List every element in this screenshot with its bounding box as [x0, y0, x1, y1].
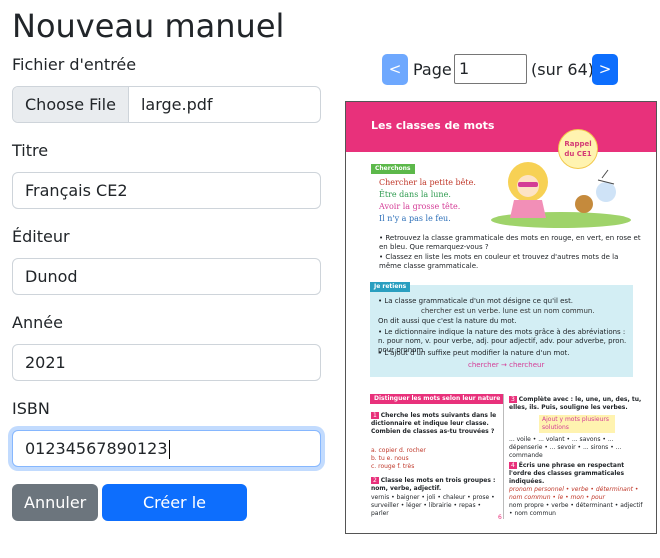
rule-5: • L'ajout d'un suffixe peut modifier la …: [378, 349, 570, 357]
exercise-4-text: Écris une phrase en respectant l'ordre d…: [509, 462, 625, 485]
retiens-tag: Je retiens: [370, 282, 411, 292]
page-total: (sur 64): [531, 60, 594, 79]
exercise-3-text: Complète avec : le, une, un, des, tu, el…: [509, 396, 642, 411]
badge-line-1: Rappel: [564, 140, 592, 148]
exercise-2-words: vernis • baigner • joli • chaleur • pros…: [371, 494, 495, 517]
exercise-4: 4 Écris une phrase en respectant l'ordre…: [509, 462, 644, 518]
page-label: Page: [413, 60, 452, 79]
exercise-1-b: b. tu e. nous: [371, 455, 409, 462]
rule-6: chercher → chercheur: [468, 361, 545, 369]
isbn-value: 01234567890123: [25, 439, 168, 458]
exercise-1-text: Cherche les mots suivants dans le dictio…: [371, 412, 497, 435]
text-caret: [168, 440, 170, 459]
preview-title: Les classes de mots: [371, 119, 495, 132]
exercise-4-a: pronom personnel • verbe • déterminant •…: [509, 486, 639, 501]
exercise-2-text: Classe les mots en trois groupes : nom, …: [371, 477, 496, 492]
illustration-image: [491, 162, 631, 228]
exercise-3-hint: Ajout y mots plusieurs solutions: [539, 415, 615, 433]
question-1: • Retrouvez la classe grammaticale des m…: [379, 234, 641, 251]
rule-2: chercher est un verbe. lune est un nom c…: [421, 307, 595, 315]
file-name: large.pdf: [140, 95, 213, 114]
rule-3: On dit aussi que c'est la nature du mot.: [378, 317, 517, 325]
column-divider: [503, 394, 504, 519]
titre-label: Titre: [12, 141, 49, 160]
editeur-label: Éditeur: [12, 227, 70, 246]
page-preview: Les classes de mots Rappel du CE1 Cherch…: [345, 101, 657, 534]
exercise-2: 2 Classe les mots en trois groupes : nom…: [371, 477, 499, 518]
file-input[interactable]: Choose File large.pdf: [12, 86, 321, 123]
rule-1: • La classe grammaticale d'un mot désign…: [378, 297, 574, 305]
exercise-1-number: 1: [371, 412, 379, 419]
cherchons-tag: Cherchons: [371, 164, 415, 174]
exercise-3: 3 Complète avec : le, une, un, des, tu, …: [509, 396, 644, 460]
file-label: Fichier d'entrée: [12, 55, 137, 74]
preview-page-number: 6: [498, 514, 502, 521]
exercise-1: 1 Cherche les mots suivants dans le dict…: [371, 412, 499, 436]
annee-label: Année: [12, 313, 63, 332]
exercise-1-items: a. copier d. rocher b. tu e. nous c. rou…: [371, 447, 499, 471]
exercise-1-c: c. rouge f. très: [371, 463, 415, 470]
exercise-4-number: 4: [509, 462, 517, 469]
question-2: • Classez en liste les mots en couleur e…: [379, 253, 619, 270]
cancel-button[interactable]: Annuler: [12, 484, 98, 521]
create-manual-button[interactable]: Créer le manuel: [102, 484, 247, 549]
page-number-input[interactable]: 1: [454, 54, 527, 84]
exercise-3-items: ... voile • ... volant • ... savons • ..…: [509, 436, 622, 459]
page-title: Nouveau manuel: [12, 7, 285, 45]
exercise-3-number: 3: [509, 396, 517, 403]
annee-input[interactable]: 2021: [12, 344, 321, 381]
choose-file-button[interactable]: Choose File: [13, 87, 129, 122]
distinguer-tag: Distinguer les mots selon leur nature: [370, 394, 505, 404]
editeur-input[interactable]: Dunod: [12, 258, 321, 295]
exercise-4-b: nom propre • verbe • déterminant • adjec…: [509, 502, 643, 517]
titre-input[interactable]: Français CE2: [12, 172, 321, 209]
exercise-1-a: a. copier d. rocher: [371, 447, 426, 454]
prev-page-button[interactable]: <: [382, 54, 408, 85]
exercise-2-number: 2: [371, 477, 379, 484]
isbn-label: ISBN: [12, 399, 50, 418]
next-page-button[interactable]: >: [592, 54, 618, 85]
isbn-input[interactable]: 01234567890123: [12, 430, 321, 467]
